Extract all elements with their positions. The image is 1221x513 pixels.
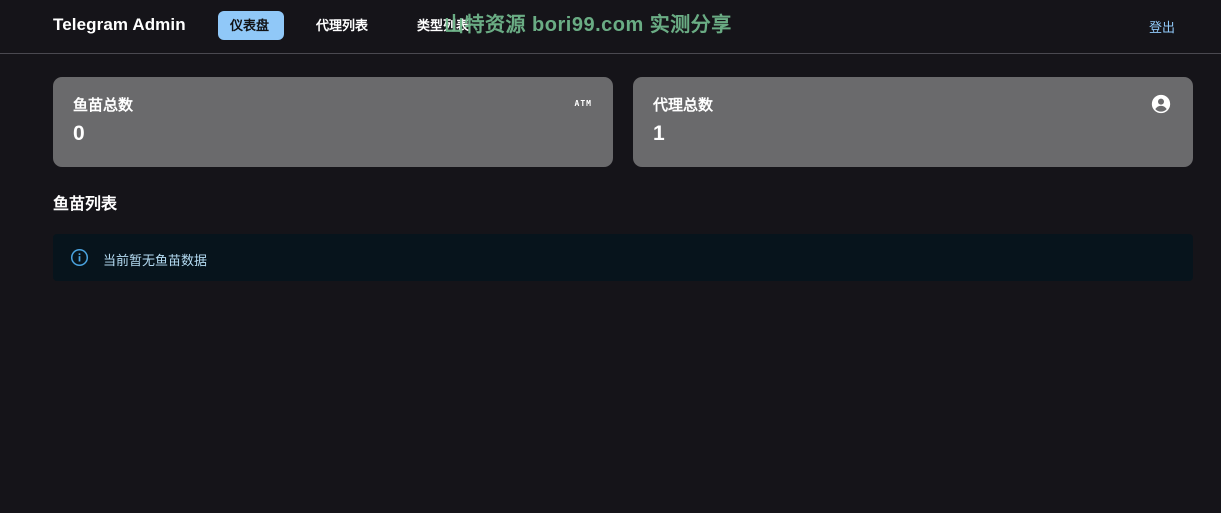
top-navbar: Telegram Admin 仪表盘 代理列表 类型列表 山特资源 bori99… xyxy=(0,0,1221,54)
empty-list-message: 当前暂无鱼苗数据 xyxy=(103,253,208,268)
info-icon xyxy=(70,248,89,267)
agent-total-value: 1 xyxy=(653,122,665,145)
fish-total-value: 0 xyxy=(73,122,85,145)
nav-dashboard-button[interactable]: 仪表盘 xyxy=(218,11,284,40)
logout-button[interactable]: 登出 xyxy=(1149,17,1175,36)
fish-total-label: 鱼苗总数 xyxy=(73,97,134,114)
app-title: Telegram Admin xyxy=(53,15,186,34)
account-circle-icon xyxy=(1151,94,1171,114)
fish-list-title: 鱼苗列表 xyxy=(53,196,118,213)
watermark-text: 山特资源 bori99.com 实测分享 xyxy=(444,14,732,36)
nav-agent-list-button[interactable]: 代理列表 xyxy=(316,11,368,40)
fish-total-card: 鱼苗总数 0 ATM xyxy=(53,77,613,167)
atm-icon: ATM xyxy=(574,99,592,108)
empty-list-alert: 当前暂无鱼苗数据 xyxy=(53,234,1193,281)
agent-total-card: 代理总数 1 xyxy=(633,77,1193,167)
agent-total-label: 代理总数 xyxy=(653,97,714,114)
